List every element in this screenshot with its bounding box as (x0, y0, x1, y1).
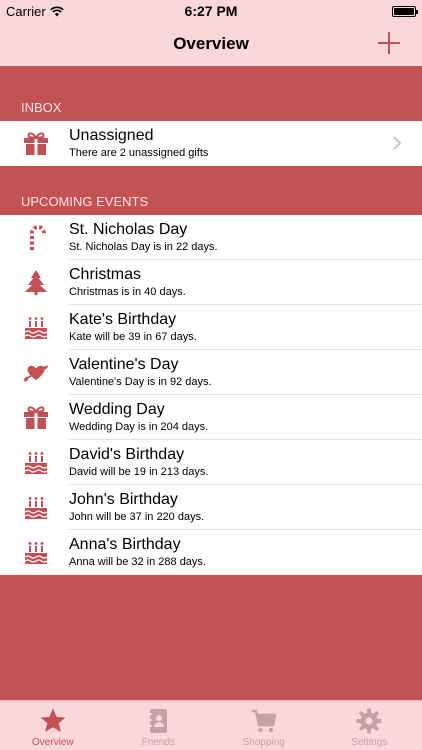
carrier-label: Carrier (6, 3, 46, 19)
star-icon (40, 708, 66, 732)
battery-icon (392, 5, 418, 17)
inbox-list: Unassigned There are 2 unassigned gifts (0, 121, 422, 166)
item-title: John's Birthday (69, 491, 178, 508)
tab-shopping[interactable]: Shopping (211, 701, 317, 750)
candy-cane-icon (22, 223, 50, 251)
birthday-cake-icon (22, 538, 50, 566)
item-title: Kate's Birthday (69, 311, 177, 328)
item-title: St. Nicholas Day (69, 221, 188, 238)
item-subtitle: Christmas is in 40 days. (69, 286, 186, 298)
item-title: David's Birthday (69, 446, 185, 463)
add-button[interactable] (376, 30, 402, 56)
list-item[interactable]: Christmas Christmas is in 40 days. (0, 260, 422, 305)
tab-bar: Overview Friends Shopping Settings (0, 700, 422, 750)
status-bar: Carrier 6:27 PM (0, 0, 422, 22)
tab-label: Shopping (242, 737, 285, 748)
upcoming-section-header: UPCOMING EVENTS (21, 194, 149, 209)
tab-overview[interactable]: Overview (0, 701, 106, 750)
tab-label: Overview (31, 737, 74, 748)
list-item[interactable]: John's Birthday John will be 37 in 220 d… (0, 485, 422, 530)
birthday-cake-icon (22, 493, 50, 521)
tab-label: Friends (141, 737, 175, 748)
heart-arrow-icon (22, 358, 50, 386)
item-subtitle: Anna will be 32 in 288 days. (69, 556, 206, 568)
item-title: Christmas (69, 266, 142, 283)
tab-settings[interactable]: Settings (317, 701, 422, 750)
item-subtitle: There are 2 unassigned gifts (69, 147, 209, 159)
list-item[interactable]: Wedding Day Wedding Day is in 204 days. (0, 395, 422, 440)
item-subtitle: Wedding Day is in 204 days. (69, 421, 209, 433)
gift-icon (22, 129, 50, 157)
list-item[interactable]: St. Nicholas Day St. Nicholas Day is in … (0, 215, 422, 260)
upcoming-events-list: St. Nicholas Day St. Nicholas Day is in … (0, 215, 422, 575)
address-book-icon (148, 709, 168, 733)
birthday-cake-icon (22, 313, 50, 341)
gift-icon (22, 403, 50, 431)
navigation-bar: Overview (0, 22, 422, 66)
page-title: Overview (173, 34, 249, 53)
item-title: Anna's Birthday (69, 536, 181, 553)
item-title: Unassigned (69, 127, 154, 144)
list-item[interactable]: David's Birthday David will be 19 in 213… (0, 440, 422, 485)
item-subtitle: St. Nicholas Day is in 22 days. (69, 241, 218, 253)
inbox-section-header: INBOX (21, 100, 62, 115)
shopping-cart-icon (251, 709, 276, 733)
item-title: Valentine's Day (69, 356, 179, 373)
item-subtitle: Kate will be 39 in 67 days. (69, 331, 197, 343)
list-item[interactable]: Valentine's Day Valentine's Day is in 92… (0, 350, 422, 395)
item-subtitle: Valentine's Day is in 92 days. (69, 376, 212, 388)
tab-friends[interactable]: Friends (106, 701, 212, 750)
christmas-tree-icon (22, 268, 50, 296)
birthday-cake-icon (22, 448, 50, 476)
item-subtitle: David will be 19 in 213 days. (69, 466, 209, 478)
list-item-unassigned[interactable]: Unassigned There are 2 unassigned gifts (0, 121, 422, 166)
tab-label: Settings (351, 737, 388, 748)
wifi-icon (49, 6, 64, 16)
item-subtitle: John will be 37 in 220 days. (69, 511, 205, 523)
chevron-right-icon (393, 136, 402, 150)
item-title: Wedding Day (69, 401, 165, 418)
list-item[interactable]: Kate's Birthday Kate will be 39 in 67 da… (0, 305, 422, 350)
list-item[interactable]: Anna's Birthday Anna will be 32 in 288 d… (0, 530, 422, 575)
gear-icon (356, 708, 382, 734)
